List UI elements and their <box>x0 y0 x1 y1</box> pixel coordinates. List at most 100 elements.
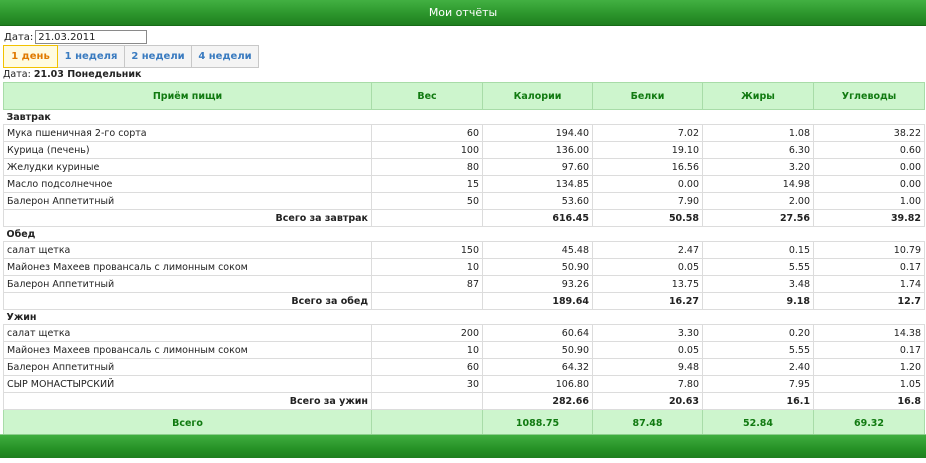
fat-cell: 6.30 <box>702 141 814 159</box>
meal-title: Обед <box>3 226 925 242</box>
table-row: Мука пшеничная 2-го сорта 60 194.40 7.02… <box>3 124 925 142</box>
carbs-cell: 1.05 <box>813 375 925 393</box>
subtotal-label: Всего за обед <box>3 292 372 310</box>
day-heading-label: Дата: <box>3 69 31 80</box>
food-name: Масло подсолнечное <box>3 175 372 193</box>
table-row: Балерон Аппетитный 60 64.32 9.48 2.40 1.… <box>3 358 925 376</box>
food-name: Мука пшеничная 2-го сорта <box>3 124 372 142</box>
calories-cell: 45.48 <box>482 241 593 259</box>
footer-spacer <box>0 458 926 463</box>
protein-cell: 7.80 <box>592 375 703 393</box>
food-name: Балерон Аппетитный <box>3 192 372 210</box>
food-name: Майонез Махеев провансаль с лимонным сок… <box>3 258 372 276</box>
protein-cell: 19.10 <box>592 141 703 159</box>
subtotal-weight <box>371 209 483 227</box>
meal-title: Ужин <box>3 309 925 325</box>
meal-title: Завтрак <box>3 109 925 125</box>
table-row: Балерон Аппетитный 50 53.60 7.90 2.00 1.… <box>3 192 925 210</box>
subtotal-carbs: 39.82 <box>813 209 925 227</box>
table-header-row: Приём пищи Вес Калории Белки Жиры Углево… <box>3 82 925 110</box>
fat-cell: 5.55 <box>702 258 814 276</box>
weight-cell: 60 <box>371 358 483 376</box>
subtotal-calories: 616.45 <box>482 209 593 227</box>
food-name: Курица (печень) <box>3 141 372 159</box>
subtotal-fat: 27.56 <box>702 209 814 227</box>
weight-cell: 87 <box>371 275 483 293</box>
carbs-cell: 1.20 <box>813 358 925 376</box>
date-label: Дата: <box>4 31 34 43</box>
fat-cell: 2.40 <box>702 358 814 376</box>
subtotal-label: Всего за ужин <box>3 392 372 410</box>
calories-cell: 97.60 <box>482 158 593 176</box>
weight-cell: 50 <box>371 192 483 210</box>
period-tabs: 1 день 1 неделя 2 недели 4 недели <box>3 45 259 68</box>
column-header-calories: Калории <box>482 82 593 110</box>
calories-cell: 194.40 <box>482 124 593 142</box>
subtotal-row-lunch: Всего за обед 189.64 16.27 9.18 12.7 <box>3 292 925 310</box>
date-input[interactable] <box>35 30 148 44</box>
day-heading-value: 21.03 Понедельник <box>33 69 142 80</box>
meal-section-breakfast: Завтрак <box>3 109 925 125</box>
subtotal-carbs: 16.8 <box>813 392 925 410</box>
subtotal-row-dinner: Всего за ужин 282.66 20.63 16.1 16.8 <box>3 392 925 410</box>
carbs-cell: 0.60 <box>813 141 925 159</box>
column-header-carbs: Углеводы <box>813 82 925 110</box>
nutrition-table: Приём пищи Вес Калории Белки Жиры Углево… <box>3 82 925 438</box>
tab-2-weeks[interactable]: 2 недели <box>125 45 192 68</box>
carbs-cell: 0.17 <box>813 341 925 359</box>
carbs-cell: 10.79 <box>813 241 925 259</box>
table-row: салат щетка 200 60.64 3.30 0.20 14.38 <box>3 324 925 342</box>
subtotal-weight <box>371 292 483 310</box>
subtotal-row-breakfast: Всего за завтрак 616.45 50.58 27.56 39.8… <box>3 209 925 227</box>
weight-cell: 100 <box>371 141 483 159</box>
table-row: СЫР МОНАСТЫРСКИЙ 30 106.80 7.80 7.95 1.0… <box>3 375 925 393</box>
calories-cell: 53.60 <box>482 192 593 210</box>
calories-cell: 136.00 <box>482 141 593 159</box>
weight-cell: 10 <box>371 341 483 359</box>
fat-cell: 14.98 <box>702 175 814 193</box>
fat-cell: 0.20 <box>702 324 814 342</box>
weight-cell: 60 <box>371 124 483 142</box>
carbs-cell: 1.00 <box>813 192 925 210</box>
fat-cell: 3.20 <box>702 158 814 176</box>
food-name: салат щетка <box>3 324 372 342</box>
food-name: Балерон Аппетитный <box>3 358 372 376</box>
subtotal-fat: 16.1 <box>702 392 814 410</box>
calories-cell: 93.26 <box>482 275 593 293</box>
column-header-weight: Вес <box>371 82 483 110</box>
carbs-cell: 0.00 <box>813 158 925 176</box>
food-name: Желудки куриные <box>3 158 372 176</box>
weight-cell: 30 <box>371 375 483 393</box>
meal-section-lunch: Обед <box>3 226 925 242</box>
tab-1-week[interactable]: 1 неделя <box>58 45 125 68</box>
calories-cell: 64.32 <box>482 358 593 376</box>
protein-cell: 13.75 <box>592 275 703 293</box>
header-bar: Мои отчёты <box>0 0 926 26</box>
column-header-fat: Жиры <box>702 82 814 110</box>
table-row: Майонез Махеев провансаль с лимонным сок… <box>3 258 925 276</box>
fat-cell: 1.08 <box>702 124 814 142</box>
tab-1-day[interactable]: 1 день <box>3 45 58 68</box>
table-row: Балерон Аппетитный 87 93.26 13.75 3.48 1… <box>3 275 925 293</box>
carbs-cell: 1.74 <box>813 275 925 293</box>
date-filter: Дата: <box>4 29 148 45</box>
protein-cell: 7.02 <box>592 124 703 142</box>
calories-cell: 60.64 <box>482 324 593 342</box>
subtotal-carbs: 12.7 <box>813 292 925 310</box>
protein-cell: 2.47 <box>592 241 703 259</box>
table-row: салат щетка 150 45.48 2.47 0.15 10.79 <box>3 241 925 259</box>
food-name: СЫР МОНАСТЫРСКИЙ <box>3 375 372 393</box>
weight-cell: 80 <box>371 158 483 176</box>
protein-cell: 9.48 <box>592 358 703 376</box>
protein-cell: 16.56 <box>592 158 703 176</box>
subtotal-calories: 282.66 <box>482 392 593 410</box>
fat-cell: 3.48 <box>702 275 814 293</box>
weight-cell: 200 <box>371 324 483 342</box>
food-name: Майонез Махеев провансаль с лимонным сок… <box>3 341 372 359</box>
protein-cell: 7.90 <box>592 192 703 210</box>
tab-4-weeks[interactable]: 4 недели <box>192 45 259 68</box>
protein-cell: 0.05 <box>592 341 703 359</box>
subtotal-label: Всего за завтрак <box>3 209 372 227</box>
fat-cell: 5.55 <box>702 341 814 359</box>
page-title: Мои отчёты <box>428 6 498 19</box>
